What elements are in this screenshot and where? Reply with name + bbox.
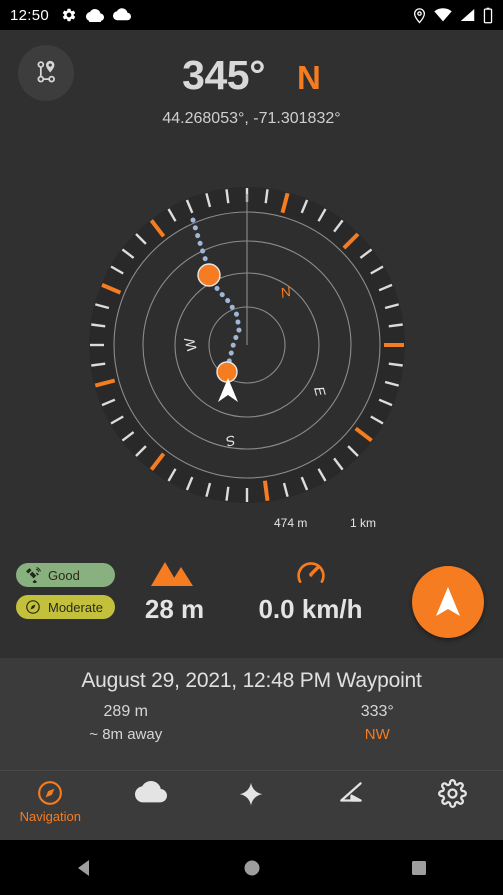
cloud-icon [134,781,167,803]
accuracy-badges: Good Moderate [16,563,115,619]
star-four-point-icon [240,782,263,806]
nav-item-settings[interactable] [402,779,503,808]
compass-dial[interactable]: N W S E [82,180,412,510]
back-triangle-icon [77,859,89,876]
status-bar-system-icons [413,7,493,24]
gear-icon [438,779,468,808]
nav-item-astronomy[interactable] [201,779,302,809]
waypoint-distance-note: ~ 8m away [89,726,163,743]
satellite-icon [26,567,41,583]
wifi-icon [434,8,452,22]
waypoint-distance: 289 m [103,703,148,720]
status-bar: 12:50 [0,0,503,30]
speed-value: 0.0 km/h [258,594,363,624]
bearing-degrees: 345° [182,52,265,98]
bearing-display: 345° N [0,52,503,99]
android-back-button[interactable] [0,858,168,878]
speedometer-icon [296,562,325,583]
signal-icon [460,9,475,21]
navigate-fab-button[interactable] [412,566,484,638]
speedometer-icon-wrap [238,556,383,590]
compass-accuracy-badge[interactable]: Moderate [16,595,115,619]
nav-item-weather[interactable] [101,779,202,807]
compass-radar[interactable]: N W S E 474 m 1 km [0,172,503,530]
range-label-outer: 1 km [350,516,377,530]
recents-square-icon [412,860,427,875]
android-navigation-bar [0,840,503,895]
app-screen: 12:50 345° N 44.268053°, -71.301832° N W… [0,0,503,895]
elevation-stat: 28 m [122,556,227,625]
location-pin-icon [413,7,426,24]
waypoint-details: 289 m ~ 8m away 333° NW [0,703,503,743]
gps-accuracy-badge[interactable]: Good [16,563,115,587]
inclinometer-angle-icon [340,782,362,802]
waypoint-marker[interactable] [197,263,221,287]
elevation-value: 28 m [144,594,205,624]
gear-icon [62,8,76,22]
mountain-icon-wrap [122,556,227,590]
status-bar-clock: 12:50 [10,6,50,24]
cloud-filled-icon [86,9,105,22]
bottom-navigation-bar: Navigation [0,770,503,840]
status-bar-notification-icons [61,7,132,23]
coordinates-text: 44.268053°, -71.301832° [162,110,341,127]
mountain-icon [150,562,193,586]
speed-stat: 0.0 km/h [238,556,383,625]
nav-item-navigation[interactable]: Navigation [0,779,101,824]
nav-label-navigation: Navigation [19,809,82,824]
compass-accuracy-label: Moderate [48,599,103,615]
bearing-cardinal: N [296,59,321,96]
battery-icon [483,7,493,23]
waypoint-bearing-column: 333° NW [252,703,503,743]
cloud-icon [113,8,132,21]
stats-row: Good Moderate 28 m 0.0 km/h [0,548,503,658]
header: 345° N 44.268053°, -71.301832° [0,30,503,145]
home-circle-icon [244,860,259,875]
android-home-button[interactable] [168,858,336,878]
range-label-inner: 474 m [274,516,308,530]
navigation-arrow-icon [436,587,460,616]
gps-accuracy-label: Good [48,567,80,583]
waypoint-info-panel[interactable]: August 29, 2021, 12:48 PM Waypoint 289 m… [0,658,503,770]
waypoint-distance-column: 289 m ~ 8m away [0,703,252,743]
waypoint-title: August 29, 2021, 12:48 PM Waypoint [81,669,422,692]
compass-icon [26,600,40,614]
compass-tick [262,480,270,501]
waypoint-bearing: 333° [360,703,394,720]
compass-icon [38,781,63,805]
waypoint-bearing-cardinal: NW [364,726,390,743]
android-recents-button[interactable] [335,858,503,878]
waypoint-marker[interactable] [216,361,238,383]
nav-item-inclinometer[interactable] [302,779,403,807]
